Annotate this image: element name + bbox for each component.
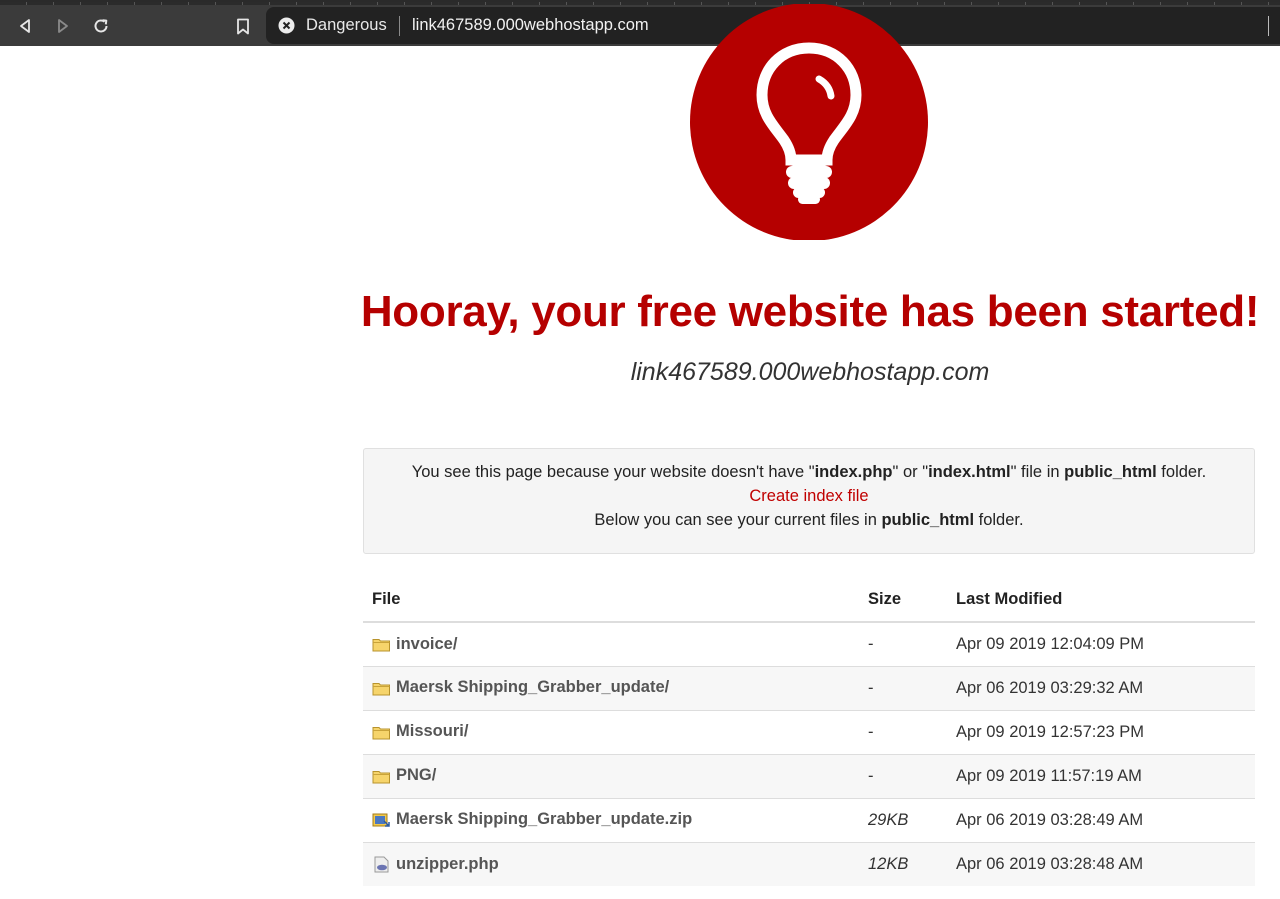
file-link[interactable]: Missouri/ [396,723,468,741]
file-cell: Missouri/ [363,710,859,755]
index-html-name: index.html [928,463,1011,481]
modified-cell: Apr 09 2019 12:57:23 PM [947,710,1255,755]
notice-text: You see this page because your website d… [411,463,815,481]
danger-icon[interactable] [278,17,295,34]
file-listing-table: File Size Last Modified invoice/- Apr 09 … [363,578,1255,886]
create-index-file-link[interactable]: Create index file [749,487,868,505]
table-row: Maersk Shipping_Grabber_update/ - Apr 06 2… [363,666,1255,711]
file-link[interactable]: unzipper.php [396,855,499,873]
modified-cell: Apr 09 2019 11:57:19 AM [947,754,1255,799]
size-cell: - [859,710,947,755]
public-html-name: public_html [1064,463,1157,481]
file-cell: PNG/ [363,754,859,799]
reload-icon [94,19,108,33]
bookmark-button[interactable] [230,13,256,39]
address-separator [399,16,400,36]
back-icon [20,19,30,33]
notice-text: folder. [974,511,1024,529]
public-html-name: public_html [881,511,975,529]
folder-icon [372,768,391,785]
folder-icon [372,680,391,697]
modified-cell: Apr 06 2019 03:28:49 AM [947,798,1255,843]
forward-icon [58,19,68,33]
table-row: Maersk Shipping_Grabber_update.zip 29KB Ap… [363,798,1255,843]
back-button[interactable] [12,13,38,39]
text-caret [1268,16,1269,36]
table-row: PNG/ - Apr 09 2019 11:57:19 AM [363,754,1255,799]
notice-line-3: Below you can see your current files in … [364,508,1254,532]
bookmark-icon [237,18,249,34]
zip-file-icon [372,812,391,829]
modified-cell: Apr 09 2019 12:04:09 PM [947,622,1255,667]
table-row: invoice/ - Apr 09 2019 12:04:09 PM [363,622,1255,667]
notice-line-1: You see this page because your website d… [364,460,1254,484]
file-cell: invoice/ [363,622,859,667]
security-status-label[interactable]: Dangerous [306,16,387,35]
index-php-name: index.php [814,463,893,481]
file-cell: unzipper.php [363,842,859,886]
lightbulb-logo [690,4,928,240]
notice-text: " or " [892,463,929,481]
size-cell: - [859,666,947,711]
size-cell: 29KB [859,798,947,843]
modified-cell: Apr 06 2019 03:29:32 AM [947,666,1255,711]
page-headline: Hooray, your free website has been start… [360,287,1260,336]
file-cell: Maersk Shipping_Grabber_update.zip [363,798,859,843]
forward-button[interactable] [50,13,76,39]
size-cell: - [859,622,947,667]
browser-toolbar: Dangerous link467589.000webhostapp.com [0,0,1280,46]
file-link[interactable]: invoice/ [396,635,457,653]
missing-index-notice: You see this page because your website d… [363,448,1255,554]
notice-text: Below you can see your current files in [594,511,882,529]
file-rows: invoice/- Apr 09 2019 12:04:09 PM Maersk S… [363,622,1255,886]
notice-text: folder. [1156,463,1207,481]
table-row: Missouri/ - Apr 09 2019 12:57:23 PM [363,710,1255,755]
reload-button[interactable] [88,13,114,39]
modified-cell: Apr 06 2019 03:28:48 AM [947,842,1255,886]
url-text[interactable]: link467589.000webhostapp.com [412,16,649,35]
table-row: unzipper.php 12KB Apr 06 2019 03:28:48 AM [363,842,1255,886]
size-cell: 12KB [859,842,947,886]
folder-icon [372,724,391,741]
modified-column-header: Last Modified [947,578,1255,623]
php-file-icon [372,856,391,873]
notice-text: " file in [1010,463,1065,481]
size-cell: - [859,754,947,799]
file-link[interactable]: Maersk Shipping_Grabber_update.zip [396,811,692,829]
tab-strip [0,2,1280,5]
notice-line-2: Create index file [364,484,1254,508]
size-column-header: Size [859,578,947,623]
site-subdomain: link467589.000webhostapp.com [630,358,990,386]
folder-icon [372,636,391,653]
file-link[interactable]: PNG/ [396,767,436,785]
table-header-row: File Size Last Modified [363,578,1255,623]
file-cell: Maersk Shipping_Grabber_update/ [363,666,859,711]
file-column-header: File [363,578,859,623]
file-link[interactable]: Maersk Shipping_Grabber_update/ [396,679,669,697]
